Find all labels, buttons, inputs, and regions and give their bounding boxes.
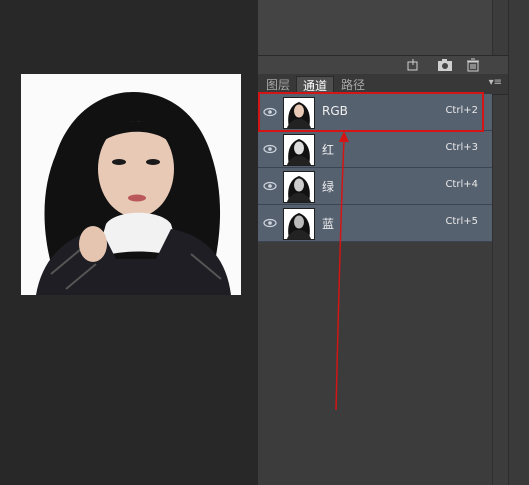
channel-row-rgb[interactable]: RGB Ctrl+2 [258,94,492,131]
document-image[interactable] [21,74,241,295]
tab-layers[interactable]: 图层 [260,76,296,94]
channel-shortcut: Ctrl+3 [445,142,478,153]
channel-name: 红 [322,143,335,157]
channel-row-blue[interactable]: 蓝 Ctrl+5 [258,205,492,242]
channel-thumbnail [283,208,315,240]
channel-thumbnail [283,134,315,166]
eye-icon[interactable] [263,142,277,156]
channel-shortcut: Ctrl+5 [445,216,478,227]
channel-name: 绿 [322,180,335,194]
panel-upper-area [258,0,492,55]
portrait-photo [21,74,241,295]
panel-icon-bar [258,56,508,74]
tab-paths[interactable]: 路径 [335,76,371,94]
delete-channel-icon[interactable] [465,58,481,72]
channel-to-selection-icon[interactable] [406,58,422,72]
channel-thumbnail [283,97,315,129]
panel-menu-icon[interactable]: ▾≡ [489,77,502,88]
panel-scroll-strip[interactable] [508,0,529,485]
channel-shortcut: Ctrl+4 [445,179,478,190]
channel-thumbnail [283,171,315,203]
panel-tabs: 图层 通道 路径 ▾≡ [258,74,508,95]
channel-row-red[interactable]: 红 Ctrl+3 [258,131,492,168]
save-selection-icon[interactable] [437,58,453,72]
channel-name: 蓝 [322,217,335,231]
tab-channels[interactable]: 通道 [296,76,335,95]
channel-list: RGB Ctrl+2 红 Ctrl+3 绿 Ctrl+4 蓝 Ctrl+5 [258,94,492,242]
eye-icon[interactable] [263,105,277,119]
canvas-area [0,0,258,485]
eye-icon[interactable] [263,216,277,230]
channel-row-green[interactable]: 绿 Ctrl+4 [258,168,492,205]
channel-name: RGB [322,104,348,118]
channel-shortcut: Ctrl+2 [445,105,478,116]
eye-icon[interactable] [263,179,277,193]
